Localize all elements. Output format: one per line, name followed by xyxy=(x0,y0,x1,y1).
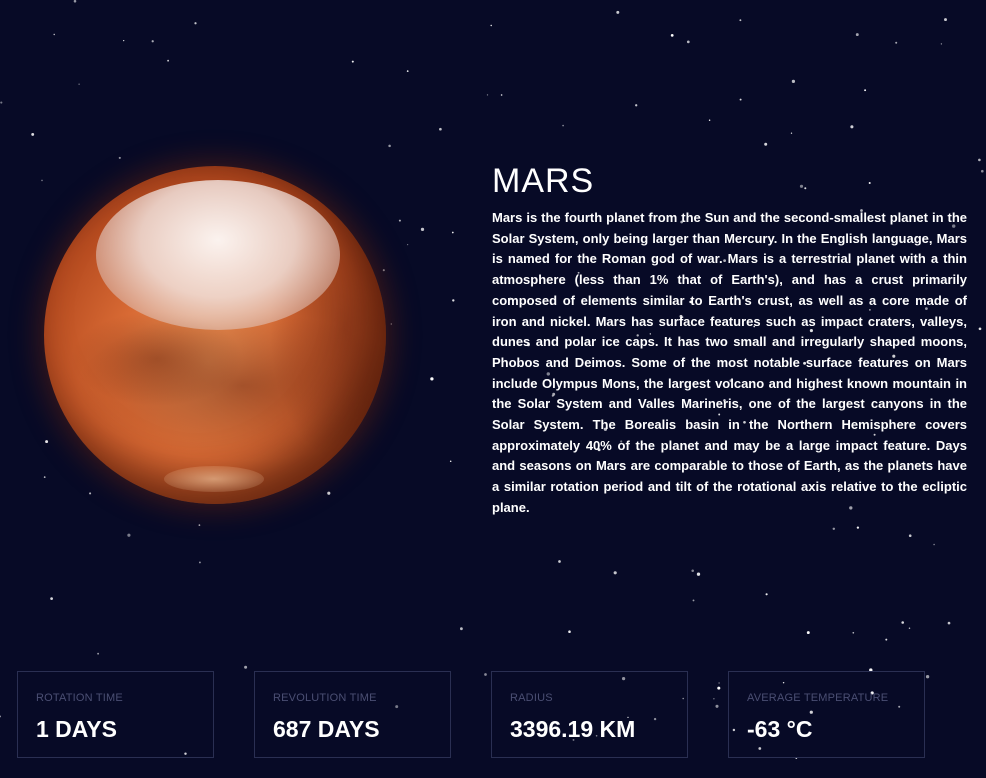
star xyxy=(151,40,154,43)
star xyxy=(613,571,617,575)
stat-label: AVERAGE TEMPERATURE xyxy=(747,692,889,704)
star xyxy=(558,560,561,563)
star xyxy=(885,638,888,641)
stat-card-radius: RADIUS 3396.19 KM xyxy=(491,671,688,758)
star xyxy=(696,572,701,576)
star xyxy=(832,527,836,531)
stat-value: 687 DAYS xyxy=(273,716,380,742)
star xyxy=(439,127,442,131)
star xyxy=(198,561,201,564)
star xyxy=(933,543,935,546)
star xyxy=(398,219,401,222)
star xyxy=(50,597,53,600)
star xyxy=(940,43,943,45)
star xyxy=(686,40,690,44)
star xyxy=(460,627,463,631)
star xyxy=(670,34,674,37)
star xyxy=(908,534,912,538)
star xyxy=(981,169,984,173)
star xyxy=(244,665,248,669)
star xyxy=(390,323,392,325)
stat-card-revolution: REVOLUTION TIME 687 DAYS xyxy=(254,671,451,758)
stat-value: 1 DAYS xyxy=(36,716,117,742)
star xyxy=(449,460,452,463)
star xyxy=(901,621,904,624)
star xyxy=(806,631,810,635)
star xyxy=(430,377,434,381)
star xyxy=(31,132,35,136)
star xyxy=(53,33,55,36)
star xyxy=(568,630,571,633)
planet-rim-light xyxy=(164,466,264,492)
star xyxy=(692,599,695,602)
star xyxy=(978,327,982,331)
star xyxy=(41,179,43,182)
planet-description: Mars is the fourth planet from the Sun a… xyxy=(492,210,967,515)
star xyxy=(739,19,742,22)
star xyxy=(616,10,620,14)
star xyxy=(97,652,99,655)
star xyxy=(407,244,409,246)
stats-row: ROTATION TIME 1 DAYS REVOLUTION TIME 687… xyxy=(17,671,969,759)
star xyxy=(406,70,409,72)
star xyxy=(198,524,201,526)
star xyxy=(167,59,170,62)
stat-label: ROTATION TIME xyxy=(36,692,123,704)
star xyxy=(490,24,492,27)
stat-label: RADIUS xyxy=(510,692,553,704)
star xyxy=(944,18,947,22)
star xyxy=(856,526,860,529)
star xyxy=(452,299,455,302)
planet-title: MARS xyxy=(492,162,595,200)
planet-glare xyxy=(96,180,340,330)
star xyxy=(0,101,3,104)
star xyxy=(123,40,125,42)
stat-label: REVOLUTION TIME xyxy=(273,692,377,704)
star xyxy=(691,569,694,573)
star xyxy=(764,142,768,146)
star xyxy=(791,79,796,84)
star xyxy=(855,33,859,37)
star xyxy=(73,0,77,3)
stat-card-rotation: ROTATION TIME 1 DAYS xyxy=(17,671,214,758)
star xyxy=(790,132,793,134)
star xyxy=(486,94,489,96)
planet-info: MARS Mars is the fourth planet from the … xyxy=(492,160,967,519)
star xyxy=(562,124,564,127)
stat-value: 3396.19 KM xyxy=(510,716,636,742)
star xyxy=(500,94,503,96)
mars-planet-image xyxy=(44,166,386,504)
star xyxy=(127,533,131,537)
stat-card-temperature: AVERAGE TEMPERATURE -63 °C xyxy=(728,671,925,758)
star xyxy=(420,227,425,232)
star xyxy=(708,119,711,122)
star xyxy=(864,89,867,92)
star xyxy=(0,715,2,718)
star xyxy=(850,125,854,129)
stat-value: -63 °C xyxy=(747,716,813,742)
star xyxy=(895,41,898,44)
star xyxy=(351,60,354,63)
star xyxy=(451,231,454,234)
star xyxy=(194,22,197,25)
star xyxy=(739,98,742,101)
star xyxy=(978,158,981,162)
star xyxy=(852,631,855,634)
star xyxy=(78,83,80,85)
star xyxy=(388,144,391,148)
star xyxy=(635,104,638,107)
star xyxy=(118,156,121,159)
star xyxy=(908,627,911,629)
star xyxy=(765,593,768,596)
star xyxy=(947,621,951,625)
